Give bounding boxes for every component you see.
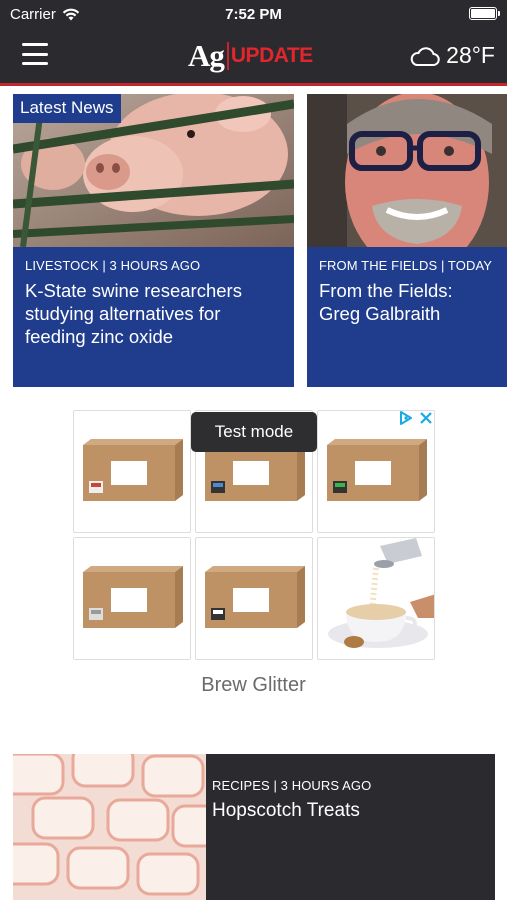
temperature: 28°F [446,42,495,68]
weather-widget[interactable]: 28°F [410,42,495,69]
card-body: FROM THE FIELDS | TODAY From the Fields:… [307,247,507,336]
card-meta: RECIPES | 3 HOURS AGO [212,778,372,793]
card-meta: LIVESTOCK | 3 HOURS AGO [25,258,201,273]
battery-icon [469,7,500,20]
app-header: Ag UPDATE 28°F [0,30,507,86]
recipe-card[interactable]: RECIPES | 3 HOURS AGO Hopscotch Treats [13,754,495,900]
ad-product-box[interactable] [73,537,191,660]
ad-controls [398,410,433,426]
latest-news-badge: Latest News [13,94,121,123]
portrait-photo [307,94,507,247]
ad-product-box[interactable] [73,410,191,533]
ad-product-box[interactable] [195,537,313,660]
logo-update-text: UPDATE [230,44,313,67]
status-time: 7:52 PM [225,6,282,23]
logo-divider [226,42,229,70]
close-icon[interactable] [419,411,433,425]
card-title[interactable]: K-State swine researchers studying alter… [25,279,282,348]
ad-product-box[interactable] [317,410,435,533]
news-card-swine[interactable]: Latest News LIVESTOCK | 3 HOURS AGO K-St… [13,94,294,387]
hamburger-menu-icon[interactable] [22,43,48,65]
cloud-icon [410,46,440,66]
coffee-cup-image [318,538,434,659]
card-title[interactable]: From the Fields: Greg Galbraith [319,279,495,325]
app-logo[interactable]: Ag UPDATE [188,38,313,74]
ad-unit[interactable]: Test mode [73,410,435,660]
news-card-from-the-fields[interactable]: FROM THE FIELDS | TODAY From the Fields:… [307,94,507,387]
ad-product-coffee[interactable] [317,537,435,660]
ad-choices-icon[interactable] [398,410,414,426]
ad-caption[interactable]: Brew Glitter [0,674,507,697]
status-bar: Carrier 7:52 PM [0,0,507,30]
card-meta: FROM THE FIELDS | TODAY [319,258,493,273]
marshmallow-photo [13,754,206,900]
logo-ag-text: Ag [188,38,225,73]
card-body: RECIPES | 3 HOURS AGO Hopscotch Treats [212,778,371,822]
card-body: LIVESTOCK | 3 HOURS AGO K-State swine re… [13,247,294,359]
test-mode-badge: Test mode [191,412,317,452]
card-title[interactable]: Hopscotch Treats [212,799,371,822]
